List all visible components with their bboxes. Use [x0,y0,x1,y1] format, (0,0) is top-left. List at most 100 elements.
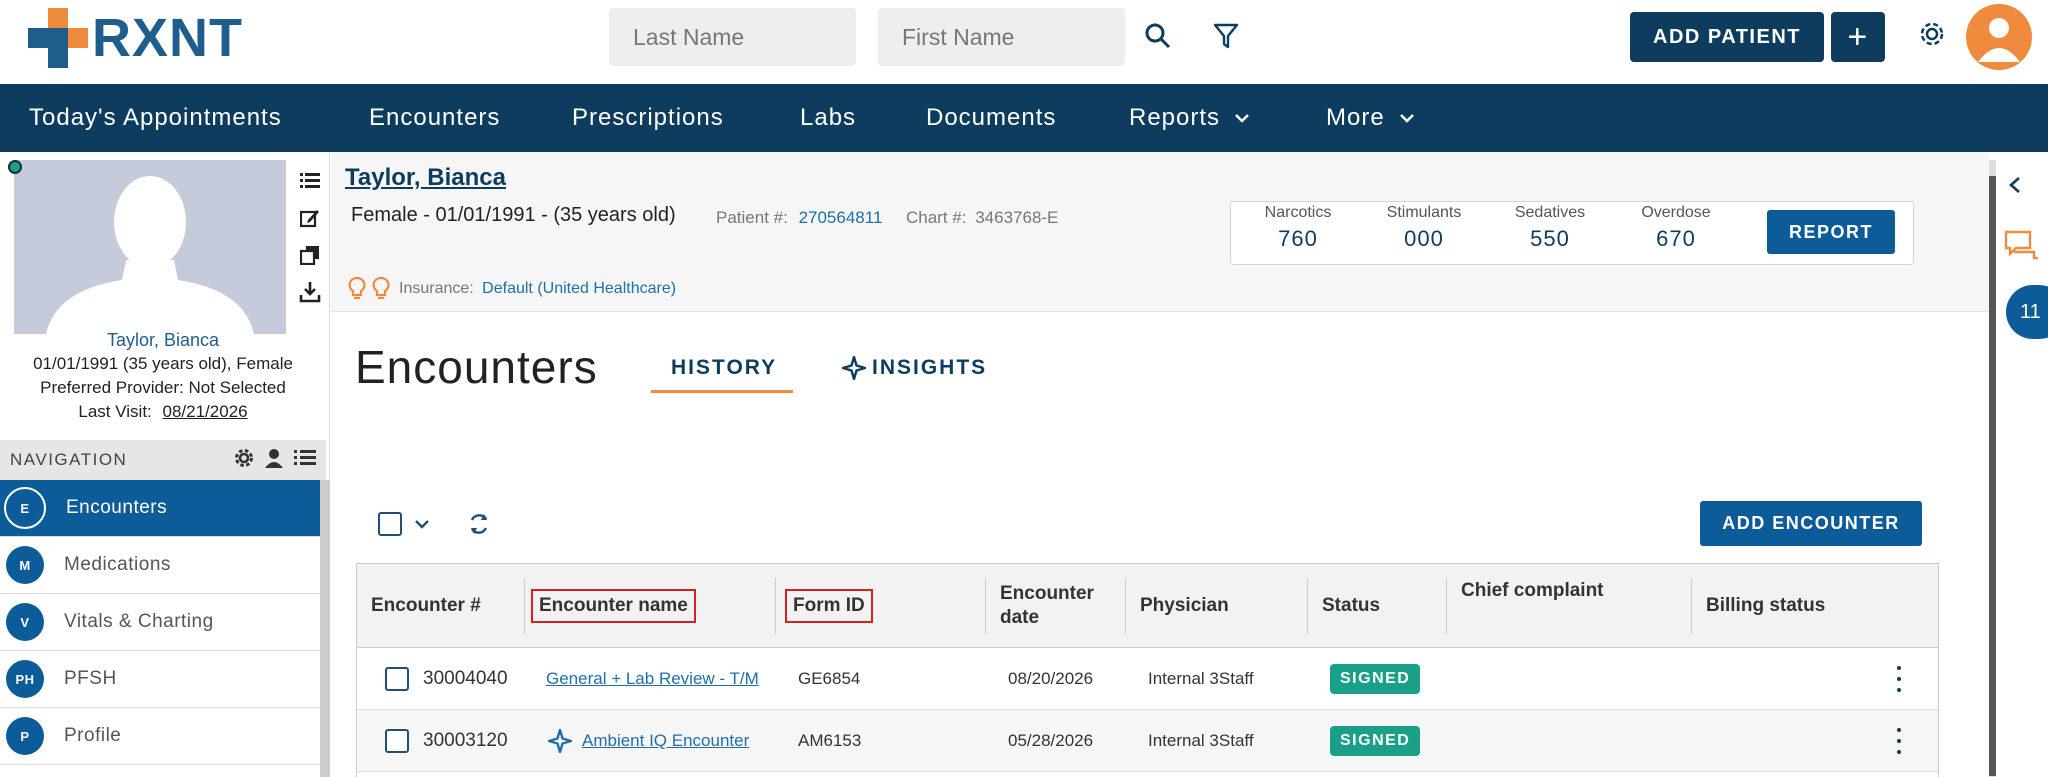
scrollbar-thumb[interactable] [1989,176,1996,776]
add-quick-button[interactable]: + [1831,12,1885,62]
nav-todays-appointments[interactable]: Today's Appointments [29,84,282,152]
sidebar-item-medications[interactable]: M Medications [0,537,320,594]
copy-icon[interactable] [296,236,324,273]
nav-label: Labs [800,104,857,131]
sidebar-item-pfsh[interactable]: PH PFSH [0,651,320,708]
sidebar-scrollbar[interactable] [320,480,330,777]
score-value: 550 [1530,226,1570,251]
lightbulb-icon[interactable] [371,276,391,300]
nav-label: Today's Appointments [29,104,282,131]
download-icon[interactable] [296,273,324,310]
col-billing-status[interactable]: Billing status [1706,564,1825,648]
score-label: Overdose [1641,204,1711,221]
list-icon[interactable] [296,162,324,199]
last-name-input[interactable] [609,8,856,66]
score-stimulants: Stimulants 000 [1364,204,1484,252]
patient-number-value[interactable]: 270564811 [799,208,883,227]
score-label: Narcotics [1264,204,1332,221]
score-narcotics: Narcotics 760 [1238,204,1358,252]
sidebar-item-vitals[interactable]: V Vitals & Charting [0,594,320,651]
first-name-input[interactable] [878,8,1125,66]
col-encounter-date[interactable]: Encounter date [1000,564,1110,648]
col-form-id[interactable]: Form ID [785,564,873,648]
col-physician[interactable]: Physician [1140,564,1229,648]
patient-name-link[interactable]: Taylor, Bianca [0,330,326,351]
chevron-down-icon [1235,114,1249,123]
last-visit: Last Visit: 08/21/2026 [0,402,326,422]
person-icon[interactable] [264,448,284,468]
patient-header: Taylor, Bianca Female - 01/01/1991 - (35… [331,152,1989,312]
row-checkbox[interactable] [385,729,409,753]
score-sedatives: Sedatives 550 [1490,204,1610,252]
patient-name-link[interactable]: Taylor, Bianca [345,164,506,192]
table-header: Encounter # Encounter name Form ID Encou… [357,564,1938,648]
report-label: REPORT [1788,221,1873,242]
row-checkbox[interactable] [385,667,409,691]
table-row[interactable]: 30004040 General + Lab Review - T/M GE68… [357,648,1938,710]
report-button[interactable]: REPORT [1767,210,1895,254]
nav-prescriptions[interactable]: Prescriptions [572,84,724,152]
form-id: GE6854 [798,669,861,688]
preferred-provider: Preferred Provider: Not Selected [40,378,286,397]
filter-icon[interactable] [1208,18,1244,54]
nav-reports[interactable]: Reports [1129,84,1250,152]
user-silhouette-icon [1978,18,2020,62]
patient-number-label: Patient #: [716,208,788,227]
lightbulb-icon[interactable] [347,276,367,300]
insurance-label: Insurance: [399,280,474,297]
nav-badge: P [6,717,44,755]
list-icon[interactable] [294,448,316,468]
score-label: Sedatives [1514,204,1586,221]
chart-number-value: 3463768-E [975,208,1059,227]
main-nav: Today's Appointments Encounters Prescrip… [0,84,2048,152]
score-value: 000 [1404,226,1444,251]
table-row[interactable]: 30003120 Ambient IQ Encounter AM6153 05/… [357,710,1938,772]
rxnt-logo[interactable]: RXNT [28,8,243,68]
add-encounter-button[interactable]: ADD ENCOUNTER [1700,501,1922,546]
nav-badge: E [4,487,46,529]
nav-labs[interactable]: Labs [800,84,856,152]
nav-encounters[interactable]: Encounters [369,84,500,152]
user-avatar[interactable] [1966,4,2032,70]
edit-icon[interactable] [296,199,324,236]
col-encounter-name[interactable]: Encounter name [531,564,696,648]
select-all-checkbox[interactable] [378,512,402,536]
sidebar-item-profile[interactable]: P Profile [0,708,320,765]
tab-insights[interactable]: INSIGHTS [842,356,987,380]
chat-icon[interactable] [2004,228,2040,262]
logo-text: RXNT [92,8,243,68]
search-icon[interactable] [1140,18,1176,54]
gear-icon[interactable] [1914,16,1950,52]
more-options-icon[interactable] [1895,728,1903,754]
col-form-id-label: Form ID [785,589,873,623]
chevron-left-icon[interactable] [2008,176,2022,194]
nav-documents[interactable]: Documents [926,84,1056,152]
nav-more[interactable]: More [1326,84,1415,152]
add-patient-label: ADD PATIENT [1653,25,1801,48]
gear-icon[interactable] [234,448,254,468]
col-chief-complaint[interactable]: Chief complaint [1461,564,1604,648]
encounter-name-link[interactable]: General + Lab Review - T/M [546,648,775,710]
encounter-name-link[interactable]: Ambient IQ Encounter [582,731,749,751]
page-scrollbar[interactable] [1989,160,1996,777]
sidebar-item-label: Vitals & Charting [64,611,214,632]
add-patient-button[interactable]: ADD PATIENT [1630,12,1824,62]
right-rail [1996,152,2048,777]
nav-badge: M [6,546,44,584]
sparkle-icon [548,729,572,753]
chevron-down-icon[interactable] [414,518,430,530]
status: SIGNED [1330,710,1421,772]
more-options-icon[interactable] [1895,666,1903,692]
col-encounter-number[interactable]: Encounter # [371,564,481,648]
encounter-date: 05/28/2026 [1008,731,1094,750]
tab-history[interactable]: HISTORY [671,356,777,380]
female-silhouette-icon [46,176,254,334]
sidebar-item-encounters[interactable]: E Encounters [0,480,320,537]
insurance-value[interactable]: Default (United Healthcare) [482,280,676,297]
last-visit-date[interactable]: 08/21/2026 [163,402,248,421]
last-visit-label: Last Visit: [78,402,152,421]
sparkle-icon [842,356,866,380]
col-status[interactable]: Status [1322,564,1380,648]
patient-photo[interactable] [14,160,286,334]
refresh-icon[interactable] [466,511,492,537]
